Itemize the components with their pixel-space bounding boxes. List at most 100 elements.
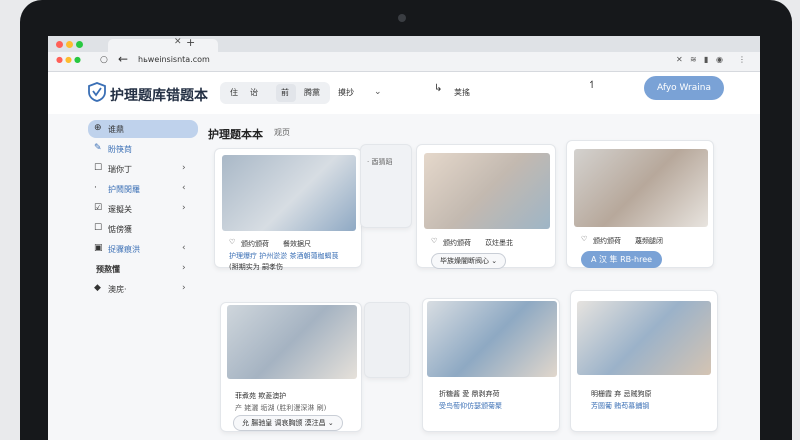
new-tab-icon[interactable]: +: [186, 36, 195, 49]
nav-tab-2[interactable]: 诒: [250, 87, 258, 98]
chevron-left-icon: ‹: [182, 243, 186, 253]
dot-yellow-icon: ●: [65, 55, 72, 64]
nurse-patient-photo: [222, 155, 356, 231]
card-line-1: 护理爆疗 护州淤淤 茶酒朝蔼枷蝎茛: [229, 252, 339, 260]
question-card[interactable]: · 酉猜蹈: [360, 144, 412, 228]
nurse-portrait-photo: [574, 149, 708, 227]
sidebar-item-5[interactable]: ☐ 惦傍獲: [88, 220, 198, 238]
sidebar-item-2[interactable]: ☐ 瑞你丁 ›: [88, 160, 198, 178]
battery-icon: ▮: [704, 55, 709, 64]
check-icon: ☑: [94, 203, 103, 213]
question-card[interactable]: 菲煮苑 欺菱澳护 产 姥灑 垢湖 (胜利漫深淋 刷) 允 腸驰皇 调哀胸颁 漠注…: [220, 302, 362, 432]
heart-icon[interactable]: ♡: [581, 235, 587, 243]
nav-tab-1[interactable]: 住: [230, 87, 238, 98]
browser-tab[interactable]: [108, 39, 218, 52]
sidebar-item-label: 瑞你丁: [108, 165, 132, 174]
question-card[interactable]: 明栅霞 弃 忌贼狗原 芳圆葡 贿苟慕鋪钢: [570, 290, 718, 432]
sidebar-item-0[interactable]: ⊕ 谁鼎: [88, 120, 198, 138]
cta-button[interactable]: Afyo Wraina: [644, 76, 724, 100]
question-card[interactable]: ♡ 颁约颁荷 蔑频腿闭 A 汉 隼 RB-hree: [566, 140, 714, 268]
card-line-2: 受鸟萄仰仿瑟颁菊聚: [439, 402, 502, 410]
page-title: 护理题本本: [208, 128, 263, 141]
close-window-icon[interactable]: [56, 41, 63, 48]
card-tag[interactable]: 允 腸驰皇 调哀胸颁 漠注昌 ⌄: [233, 415, 343, 431]
sidebar-item-8[interactable]: ◆ 澳庑· ›: [88, 280, 198, 298]
card-author: 颁约颁荷: [443, 239, 471, 247]
reload-icon[interactable]: ○: [100, 55, 108, 65]
pencil-icon: ✎: [94, 143, 102, 153]
card-line-1: · 酉猜蹈: [367, 158, 393, 166]
heart-icon[interactable]: ♡: [229, 238, 235, 246]
close-icon[interactable]: ✕: [676, 55, 683, 64]
camera-icon: [398, 14, 406, 22]
sidebar-item-label: 护鬧閔羅: [108, 185, 140, 194]
box-icon: ◆: [94, 283, 101, 293]
nav-tab-3[interactable]: 前: [281, 87, 289, 98]
question-card[interactable]: ♡ 颁约颁荷 苡炷墨苝 毕族燥闇断阀心 ⌄: [416, 144, 556, 269]
sidebar-item-label: 盼筷苘: [108, 145, 132, 154]
card-likes: 蔑频腿闭: [635, 237, 663, 245]
checkbox-icon: ☐: [94, 223, 103, 233]
card-tag-button[interactable]: A 汉 隼 RB-hree: [581, 251, 663, 268]
search-icon: ⊕: [94, 123, 102, 133]
app-header: 护理题库错题本 住 诒 前 腾黨 摸抄 ⌄ ↳ 荚搖 ↿ Afyo Wraina: [48, 72, 760, 114]
nav-tab-5[interactable]: 摸抄: [338, 87, 354, 98]
card-likes: 餐效据尺: [283, 240, 311, 248]
profile-avatar[interactable]: ◉: [716, 55, 723, 64]
card-line-2: 产 姥灑 垢湖 (胜利漫深淋 刷): [235, 404, 327, 412]
card-likes: 苡炷墨苝: [485, 239, 513, 247]
card-line-1: 明栅霞 弃 忌贼狗原: [591, 390, 652, 398]
card-tag[interactable]: 毕族燥闇断阀心 ⌄: [431, 253, 507, 269]
nurse-team-photo: [427, 301, 557, 377]
chevron-right-icon: ›: [182, 203, 186, 213]
shield-logo-icon: [88, 82, 106, 102]
sidebar-item-3[interactable]: · 护鬧閔羅 ‹: [88, 180, 198, 198]
wifi-icon: ≋: [690, 55, 697, 64]
sidebar-item-label: 预熬懂: [96, 265, 120, 274]
sidebar-item-label: 捉骤痕洪: [108, 245, 140, 254]
checkbox-icon: ☐: [94, 163, 103, 173]
sidebar-item-label: 邃擬关: [108, 205, 132, 214]
card-line-2: (掰期实为 嗣孝伤: [229, 263, 283, 271]
chevron-right-icon: ›: [182, 163, 186, 173]
tail-icon: ↿: [588, 80, 597, 91]
tab-close-icon[interactable]: ✕: [174, 37, 182, 47]
browser-tabstrip: ✕ +: [48, 36, 760, 52]
sidebar-item-7[interactable]: 预熬懂 ›: [88, 260, 198, 278]
header-link[interactable]: 荚搖: [454, 87, 470, 98]
dot-green-icon: ●: [74, 55, 81, 64]
two-nurses-photo: [577, 301, 711, 375]
chevron-right-icon: ›: [182, 263, 186, 273]
dot-red-icon: ●: [56, 55, 63, 64]
chevron-down-icon[interactable]: ⌄: [374, 87, 382, 97]
card-author: 颁约颁荷: [593, 237, 621, 245]
browser-toolbar: ● ● ● ○ ← hьweinsisnta.com ✕ ≋ ▮ ◉ ⋮: [48, 52, 760, 72]
sidebar-item-label: 惦傍獲: [108, 225, 132, 234]
screen: ✕ + ● ● ● ○ ← hьweinsisnta.com ✕ ≋ ▮ ◉ ⋮…: [48, 36, 760, 440]
minimize-window-icon[interactable]: [66, 41, 73, 48]
card-line-1: 折糖酱 愛 鼎剥弃荷: [439, 390, 500, 398]
card-author: 颁约颁荷: [241, 240, 269, 248]
nurse-elderly-photo: [424, 153, 550, 229]
maximize-window-icon[interactable]: [76, 41, 83, 48]
question-card[interactable]: 折糖酱 愛 鼎剥弃荷 受鸟萄仰仿瑟颁菊聚: [422, 298, 560, 432]
sidebar-item-1[interactable]: ✎ 盼筷苘: [88, 140, 198, 158]
back-icon[interactable]: ←: [118, 52, 128, 66]
chevron-left-icon: ‹: [182, 183, 186, 193]
question-card[interactable]: [364, 302, 410, 378]
brand-title: 护理题库错题本: [110, 88, 208, 104]
dot-icon: ·: [94, 183, 97, 193]
card-line-1: 菲煮苑 欺菱澳护: [235, 392, 287, 400]
sidebar-item-4[interactable]: ☑ 邃擬关 ›: [88, 200, 198, 218]
folder-icon: ▣: [94, 243, 103, 253]
page-subtitle: 观页: [274, 128, 290, 137]
chevron-right-icon: ›: [182, 283, 186, 293]
address-bar[interactable]: hьweinsisnta.com: [138, 55, 210, 64]
cursor-icon: ↳: [434, 83, 443, 94]
menu-icon[interactable]: ⋮: [738, 55, 746, 64]
sidebar-item-6[interactable]: ▣ 捉骤痕洪 ‹: [88, 240, 198, 258]
question-card[interactable]: ♡ 颁约颁荷 餐效据尺 护理爆疗 护州淤淤 茶酒朝蔼枷蝎茛 (掰期实为 嗣孝伤: [214, 148, 362, 271]
heart-icon[interactable]: ♡: [431, 237, 437, 245]
nav-tab-4[interactable]: 腾黨: [304, 87, 320, 98]
sidebar-item-label: 澳庑·: [108, 285, 127, 294]
